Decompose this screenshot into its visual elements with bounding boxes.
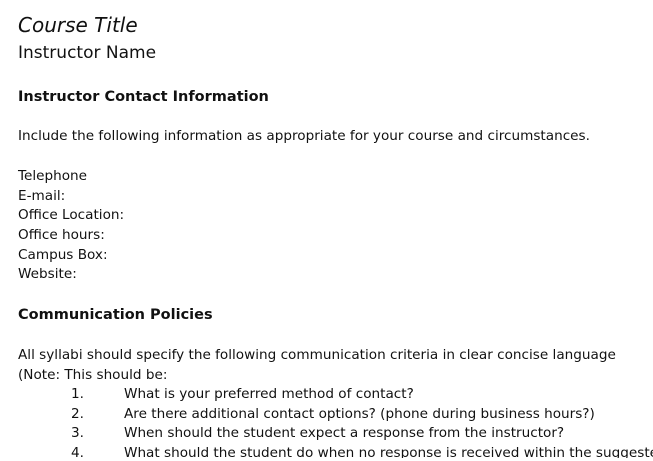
contact-section-intro: Include the following information as app… [18, 128, 590, 144]
list-item-text: When should the student expect a respons… [124, 425, 565, 442]
contact-section-heading: Instructor Contact Information [18, 89, 269, 105]
list-item-text: What is your preferred method of contact… [124, 386, 414, 402]
syllabus-page: Course Title Instructor Name Instructor … [18, 0, 653, 461]
contact-field-email: E-mail: [18, 187, 66, 204]
list-item-number: 2. [71, 405, 84, 422]
communication-section-heading: Communication Policies [18, 307, 213, 323]
list-item-text: Are there additional contact options? (p… [124, 405, 595, 422]
contact-field-office-hours: Office hours: [18, 227, 105, 244]
communication-note: (Note: This should be: [18, 366, 168, 383]
contact-field-campus-box: Campus Box: [18, 246, 108, 263]
contact-field-website: Website: [18, 266, 77, 283]
list-item-number: 3. [71, 425, 84, 442]
communication-intro: All syllabi should specify the following… [18, 347, 616, 363]
communication-intro-block: All syllabi should specify the following… [18, 346, 616, 385]
contact-field-telephone: Telephone [18, 168, 88, 184]
contact-field-office-location: Office Location: [18, 207, 125, 224]
list-item-number: 1. [71, 386, 84, 402]
instructor-name: Instructor Name [18, 43, 157, 63]
course-title: Course Title [18, 13, 138, 37]
contact-fields-list: Telephone E-mail: Office Location: Offic… [18, 167, 124, 285]
